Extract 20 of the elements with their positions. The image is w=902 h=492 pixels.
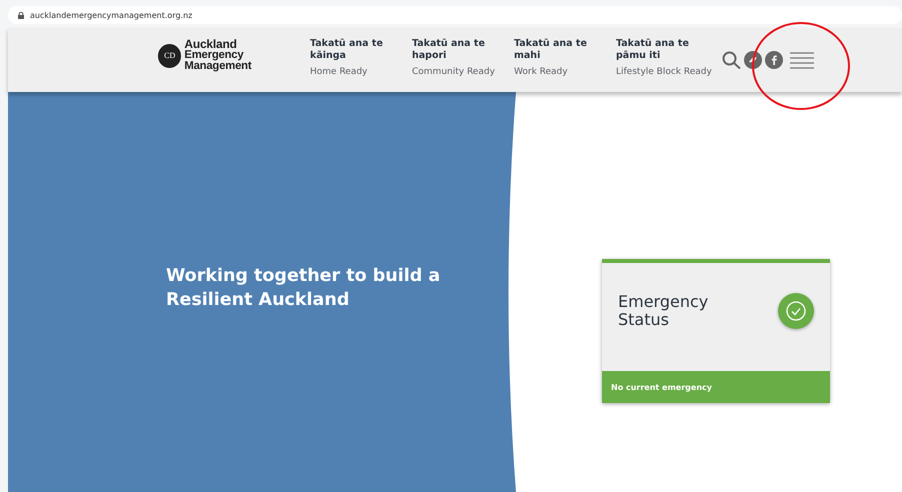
url-text[interactable]: aucklandemergencymanagement.org.nz: [30, 10, 192, 20]
nav-sublink[interactable]: Lifestyle Block Ready: [616, 67, 712, 77]
status-title: Emergency Status: [618, 293, 710, 329]
nav-link[interactable]: Takatū ana te kāinga: [310, 38, 402, 62]
menu-icon[interactable]: [788, 51, 815, 69]
facebook-icon[interactable]: [764, 51, 783, 69]
status-message: No current emergency: [611, 382, 712, 392]
twitter-icon[interactable]: [744, 51, 762, 69]
logo-mark[interactable]: CD: [158, 44, 182, 68]
nav-link[interactable]: Takatū ana te hapori: [412, 38, 504, 62]
nav-link[interactable]: Takatū ana te mahi: [514, 38, 606, 62]
hero-headline: Working together to build a Resilient Auckland: [166, 265, 442, 312]
nav-sublink[interactable]: Home Ready: [310, 67, 402, 77]
logo-text[interactable]: Emergency Management: [184, 50, 310, 72]
nav-link[interactable]: Takatū ana te pāmu iti: [616, 38, 708, 62]
logo-text[interactable]: Auckland: [184, 39, 310, 50]
lock-icon: [18, 12, 24, 18]
search-icon[interactable]: [722, 51, 741, 69]
nav-sublink[interactable]: Community Ready: [412, 67, 504, 77]
nav-sublink[interactable]: Work Ready: [514, 67, 606, 77]
